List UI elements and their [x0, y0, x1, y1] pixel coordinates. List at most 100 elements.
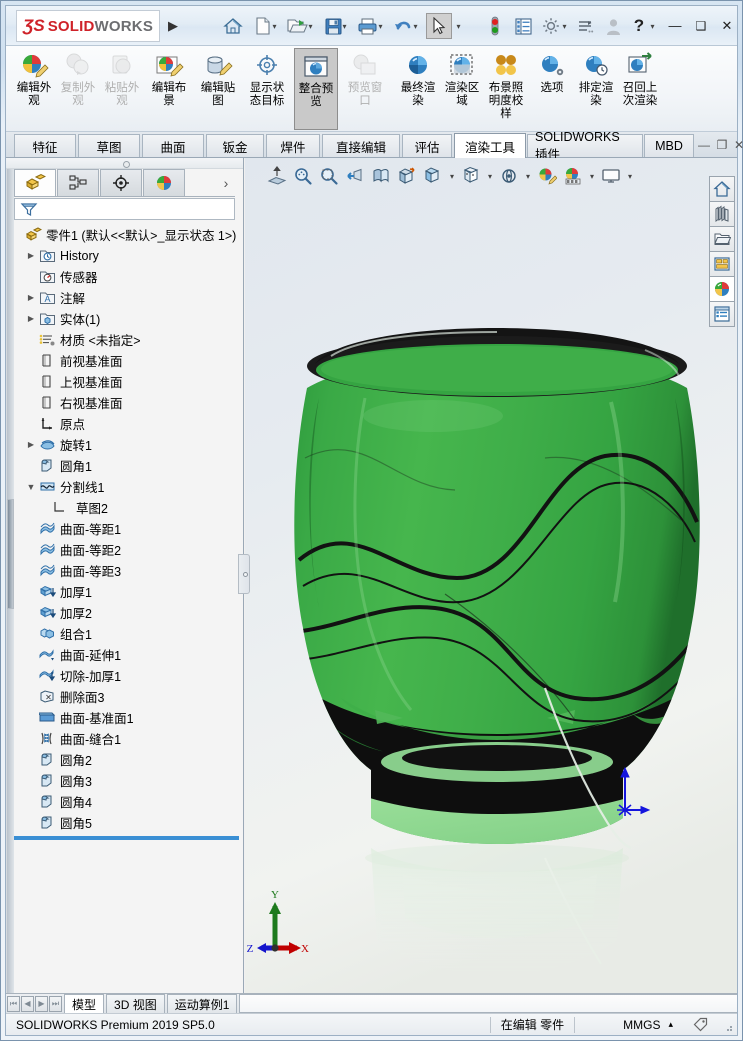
- sheet-tab-motion-study[interactable]: 运动算例1: [166, 994, 238, 1013]
- viewport-icon[interactable]: [599, 164, 623, 188]
- tree-item-origin[interactable]: 原点: [6, 413, 243, 434]
- tab-sketch[interactable]: 草图: [78, 134, 140, 157]
- tree-item-fillet3[interactable]: 圆角3: [6, 770, 243, 791]
- expander[interactable]: [24, 707, 38, 728]
- user-account-icon[interactable]: [600, 14, 626, 38]
- settings-chevron-down-icon[interactable]: ▾: [560, 22, 569, 31]
- view-palette-icon[interactable]: [709, 251, 735, 277]
- view-settings-icon[interactable]: [497, 164, 521, 188]
- home-icon[interactable]: [220, 14, 246, 38]
- expander[interactable]: [24, 623, 38, 644]
- tree-item-extend-surface1[interactable]: 曲面-延伸1: [6, 644, 243, 665]
- document-minimize-button[interactable]: —: [696, 138, 712, 153]
- save-chevron-down-icon[interactable]: ▾: [340, 22, 349, 31]
- select-chevron-down-icon[interactable]: ▾: [454, 22, 463, 31]
- tree-item-fillet4[interactable]: 圆角4: [6, 791, 243, 812]
- panel-resize-handle[interactable]: [238, 554, 250, 594]
- tab-surfaces[interactable]: 曲面: [142, 134, 204, 157]
- window-maximize-button[interactable]: ❑: [692, 18, 710, 34]
- display-style-icon[interactable]: [421, 164, 445, 188]
- window-minimize-button[interactable]: —: [666, 18, 684, 34]
- tab-render-tools[interactable]: 渲染工具: [454, 133, 526, 158]
- expander[interactable]: [24, 770, 38, 791]
- panel-splitter[interactable]: [6, 158, 243, 169]
- tree-item-knit-surface1[interactable]: 曲面-缝合1: [6, 728, 243, 749]
- expander[interactable]: ▼: [24, 476, 38, 497]
- expander[interactable]: [24, 602, 38, 623]
- nav-next-button[interactable]: ▶: [35, 995, 48, 1012]
- tree-item-fillet2[interactable]: 圆角2: [6, 749, 243, 770]
- window-close-button[interactable]: ✕: [718, 18, 736, 34]
- status-units-selector[interactable]: MMGS ▴: [575, 1014, 683, 1036]
- expander[interactable]: [24, 329, 38, 350]
- expander[interactable]: [24, 392, 38, 413]
- nav-first-button[interactable]: ⏮: [7, 995, 20, 1012]
- tab-sheetmetal[interactable]: 钣金: [206, 134, 264, 157]
- graphics-area[interactable]: ▾ ▾ ▾ ▾ ▾ Y X Z: [245, 158, 737, 993]
- expander[interactable]: [24, 455, 38, 476]
- tree-item-top-plane[interactable]: 上视基准面: [6, 371, 243, 392]
- display-style-chevron-down-icon[interactable]: ▾: [447, 164, 457, 188]
- tree-item-solid-bodies[interactable]: ▶ 实体(1): [6, 308, 243, 329]
- hide-show-chevron-down-icon[interactable]: ▾: [485, 164, 495, 188]
- sheet-tab-model[interactable]: 模型: [64, 994, 105, 1013]
- tab-direct-editing[interactable]: 直接编辑: [322, 134, 400, 157]
- expander[interactable]: [24, 665, 38, 686]
- rollback-bar[interactable]: [14, 836, 239, 840]
- tree-item-sensors[interactable]: 传感器: [6, 266, 243, 287]
- new-document-chevron-down-icon[interactable]: ▾: [270, 22, 279, 31]
- feature-manager-more-tabs-icon[interactable]: ›: [219, 175, 233, 191]
- expander[interactable]: [24, 539, 38, 560]
- tree-item-thicken1[interactable]: 加厚1: [6, 581, 243, 602]
- tree-item-revolve1[interactable]: ▶ 旋转1: [6, 434, 243, 455]
- expander[interactable]: [24, 728, 38, 749]
- expander[interactable]: [24, 413, 38, 434]
- tree-item-offset-surface3[interactable]: 曲面-等距3: [6, 560, 243, 581]
- tree-item-thicken-cut1[interactable]: 切除-加厚1: [6, 665, 243, 686]
- tree-item-material[interactable]: 材质 <未指定>: [6, 329, 243, 350]
- expander[interactable]: [24, 644, 38, 665]
- zoom-in-out-icon[interactable]: [317, 164, 341, 188]
- final-render-button[interactable]: 最终渲染: [396, 48, 440, 130]
- tree-item-part-root[interactable]: 零件1 (默认<<默认>_显示状态 1>): [6, 224, 243, 245]
- nav-last-button[interactable]: ⏭: [49, 995, 62, 1012]
- panel-scrollbar[interactable]: [6, 169, 14, 993]
- section-view-icon[interactable]: [369, 164, 393, 188]
- tree-item-annotations[interactable]: ▶ A 注解: [6, 287, 243, 308]
- tree-item-thicken2[interactable]: 加厚2: [6, 602, 243, 623]
- tab-solidworks-addins[interactable]: SOLIDWORKS 插件: [527, 130, 643, 162]
- view-orientation-icon[interactable]: [395, 164, 419, 188]
- tree-item-combine1[interactable]: 组合1: [6, 623, 243, 644]
- menu-expand-arrow-icon[interactable]: ▶: [166, 18, 180, 34]
- expander[interactable]: ▶: [24, 308, 38, 329]
- document-close-button[interactable]: ✕: [731, 138, 743, 153]
- expander[interactable]: [24, 266, 38, 287]
- help-chevron-down-icon[interactable]: ▾: [648, 22, 657, 31]
- recall-last-render-button[interactable]: 召回上次渲染: [618, 48, 662, 130]
- tab-features[interactable]: 特征: [14, 134, 76, 157]
- tree-filter-input[interactable]: [14, 198, 235, 220]
- zoom-to-area-icon[interactable]: [291, 164, 315, 188]
- design-library-icon[interactable]: [709, 201, 735, 227]
- tree-item-offset-surface2[interactable]: 曲面-等距2: [6, 539, 243, 560]
- hide-show-items-icon[interactable]: [459, 164, 483, 188]
- paste-appearance-button[interactable]: 粘贴外观: [100, 48, 144, 130]
- apply-scene-chevron-down-icon[interactable]: ▾: [587, 164, 597, 188]
- zoom-to-fit-icon[interactable]: [265, 164, 289, 188]
- tree-item-history[interactable]: ▶ History: [6, 245, 243, 266]
- customize-icon[interactable]: [572, 14, 598, 38]
- tree-item-front-plane[interactable]: 前视基准面: [6, 350, 243, 371]
- display-state-target-button[interactable]: 显示状态目标: [245, 48, 289, 130]
- appearances-scenes-decals-icon[interactable]: [709, 276, 735, 302]
- expander[interactable]: ▶: [24, 287, 38, 308]
- configuration-manager-tab[interactable]: [100, 169, 142, 196]
- expander[interactable]: [24, 749, 38, 770]
- tab-mbd[interactable]: MBD: [644, 134, 694, 157]
- edit-appearance-button[interactable]: 编辑外观: [12, 48, 56, 130]
- feature-manager-tree-tab[interactable]: [14, 169, 56, 196]
- file-explorer-icon[interactable]: [709, 226, 735, 252]
- tree-item-delete-face3[interactable]: ✕ 删除面3: [6, 686, 243, 707]
- viewport-chevron-down-icon[interactable]: ▾: [625, 164, 635, 188]
- expander[interactable]: [24, 791, 38, 812]
- resize-grip[interactable]: [722, 1021, 734, 1033]
